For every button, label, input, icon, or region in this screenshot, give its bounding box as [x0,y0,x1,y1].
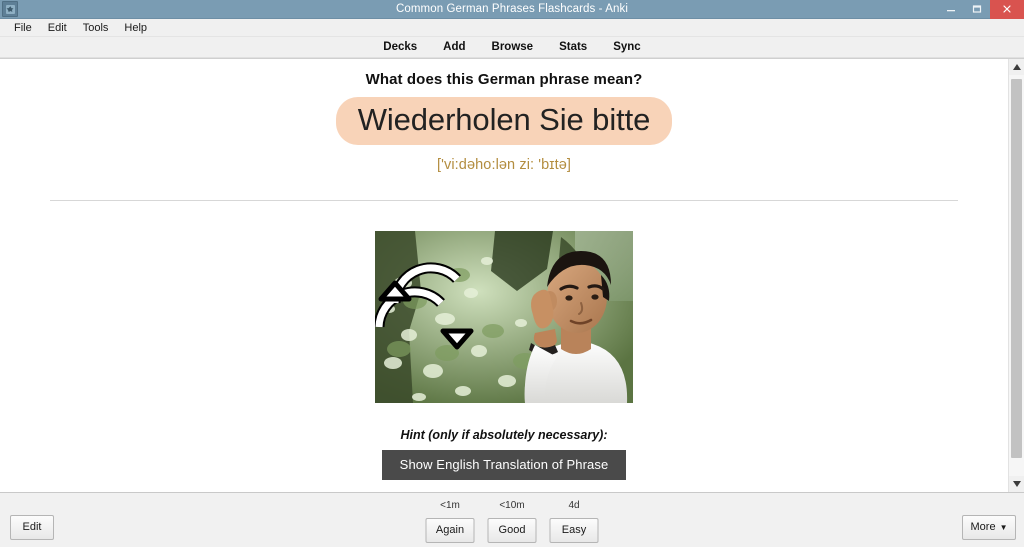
answer-good: <10m Good [487,493,537,543]
close-button[interactable] [990,0,1024,19]
anki-icon [2,1,18,17]
anki-window: Common German Phrases Flashcards - Anki [0,0,1024,547]
card-image [375,230,633,403]
easy-button[interactable]: Easy [549,518,599,543]
card-divider [50,199,958,201]
menu-item-edit[interactable]: Edit [40,19,75,37]
hint-label: Hint (only if absolutely necessary): [400,427,608,442]
chevron-down-icon: ▼ [999,522,1008,532]
minimize-button[interactable] [938,0,964,19]
easy-interval: 4d [568,500,580,511]
hint-row: Show English Translation of Phrase [0,449,1008,480]
more-label: More [970,521,996,533]
bottom-toolbar: Edit <1m Again <10m Good 4d Easy More ▼ [0,492,1024,547]
card-region: What does this German phrase mean? Wiede… [0,59,1024,492]
menu-item-tools[interactable]: Tools [75,19,117,37]
nav-toolbar: Decks Add Browse Stats Sync [0,37,1024,59]
nav-item-decks[interactable]: Decks [383,41,417,54]
menu-item-file[interactable]: File [6,19,40,37]
good-button[interactable]: Good [487,518,537,543]
title-bar: Common German Phrases Flashcards - Anki [0,0,1024,19]
phrase-row: Wiederholen Sie bitte [0,97,1008,145]
ipa-transcription: ['vi:dəho:lən zi: 'bɪtə] [436,156,571,173]
nav-item-add[interactable]: Add [443,41,465,54]
scrollbar-track[interactable] [1009,75,1024,476]
nav-item-stats[interactable]: Stats [559,41,587,54]
answer-buttons: <1m Again <10m Good 4d Easy [425,493,599,543]
maximize-button[interactable] [964,0,990,19]
media-row [0,230,1008,403]
menu-bar: File Edit Tools Help [0,19,1024,37]
edit-button[interactable]: Edit [10,515,54,540]
answer-again: <1m Again [425,493,475,543]
show-translation-button[interactable]: Show English Translation of Phrase [381,449,627,480]
again-interval: <1m [440,500,460,511]
nav-item-sync[interactable]: Sync [613,41,641,54]
again-button[interactable]: Again [425,518,475,543]
more-button[interactable]: More ▼ [962,515,1016,540]
good-interval: <10m [499,500,525,511]
scroll-down-icon[interactable] [1009,476,1024,492]
german-phrase: Wiederholen Sie bitte [335,97,673,145]
window-title: Common German Phrases Flashcards - Anki [395,2,629,15]
scrollbar-thumb[interactable] [1011,79,1022,458]
nav-item-browse[interactable]: Browse [492,41,534,54]
vertical-scrollbar[interactable] [1008,59,1024,492]
answer-easy: 4d Easy [549,493,599,543]
question-prompt: What does this German phrase mean? [365,71,643,88]
card-content: What does this German phrase mean? Wiede… [0,59,1008,492]
menu-item-help[interactable]: Help [116,19,155,37]
scroll-up-icon[interactable] [1009,59,1024,75]
window-controls [938,0,1024,19]
